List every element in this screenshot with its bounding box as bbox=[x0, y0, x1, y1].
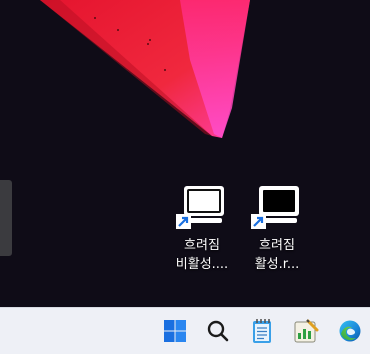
windows-logo-icon bbox=[164, 320, 186, 342]
chart-app-button[interactable] bbox=[291, 316, 321, 346]
notepad-button[interactable] bbox=[247, 316, 277, 346]
taskbar bbox=[0, 307, 370, 354]
desktop-icon-label-line1: 흐려짐 bbox=[259, 238, 295, 253]
monitor-shortcut-icon bbox=[251, 186, 299, 229]
desktop-icon-label-line2: 활성.r... bbox=[254, 257, 300, 272]
search-button[interactable] bbox=[203, 316, 233, 346]
notepad-icon bbox=[253, 319, 271, 343]
desktop-icon-label-line2: 비활성.... bbox=[175, 257, 229, 272]
edge-button[interactable] bbox=[335, 316, 365, 346]
desktop-icon-label: 흐려짐 활성.r... bbox=[243, 236, 311, 274]
edge-icon bbox=[339, 320, 361, 342]
chart-app-icon bbox=[294, 319, 319, 343]
desktop-icon-shortcut-2[interactable]: 흐려짐 활성.r... bbox=[243, 184, 311, 284]
desktop-icon-shortcut-1[interactable]: 흐려짐 비활성.... bbox=[168, 184, 236, 284]
search-icon bbox=[207, 320, 229, 342]
start-button[interactable] bbox=[160, 316, 190, 346]
monitor-shortcut-icon bbox=[176, 186, 224, 229]
side-panel-handle[interactable] bbox=[0, 180, 12, 256]
desktop-icon-label: 흐려짐 비활성.... bbox=[168, 236, 236, 274]
desktop-icon-label-line1: 흐려짐 bbox=[184, 238, 220, 253]
desktop[interactable]: 흐려짐 비활성.... 흐려짐 활성.r... bbox=[0, 0, 370, 307]
